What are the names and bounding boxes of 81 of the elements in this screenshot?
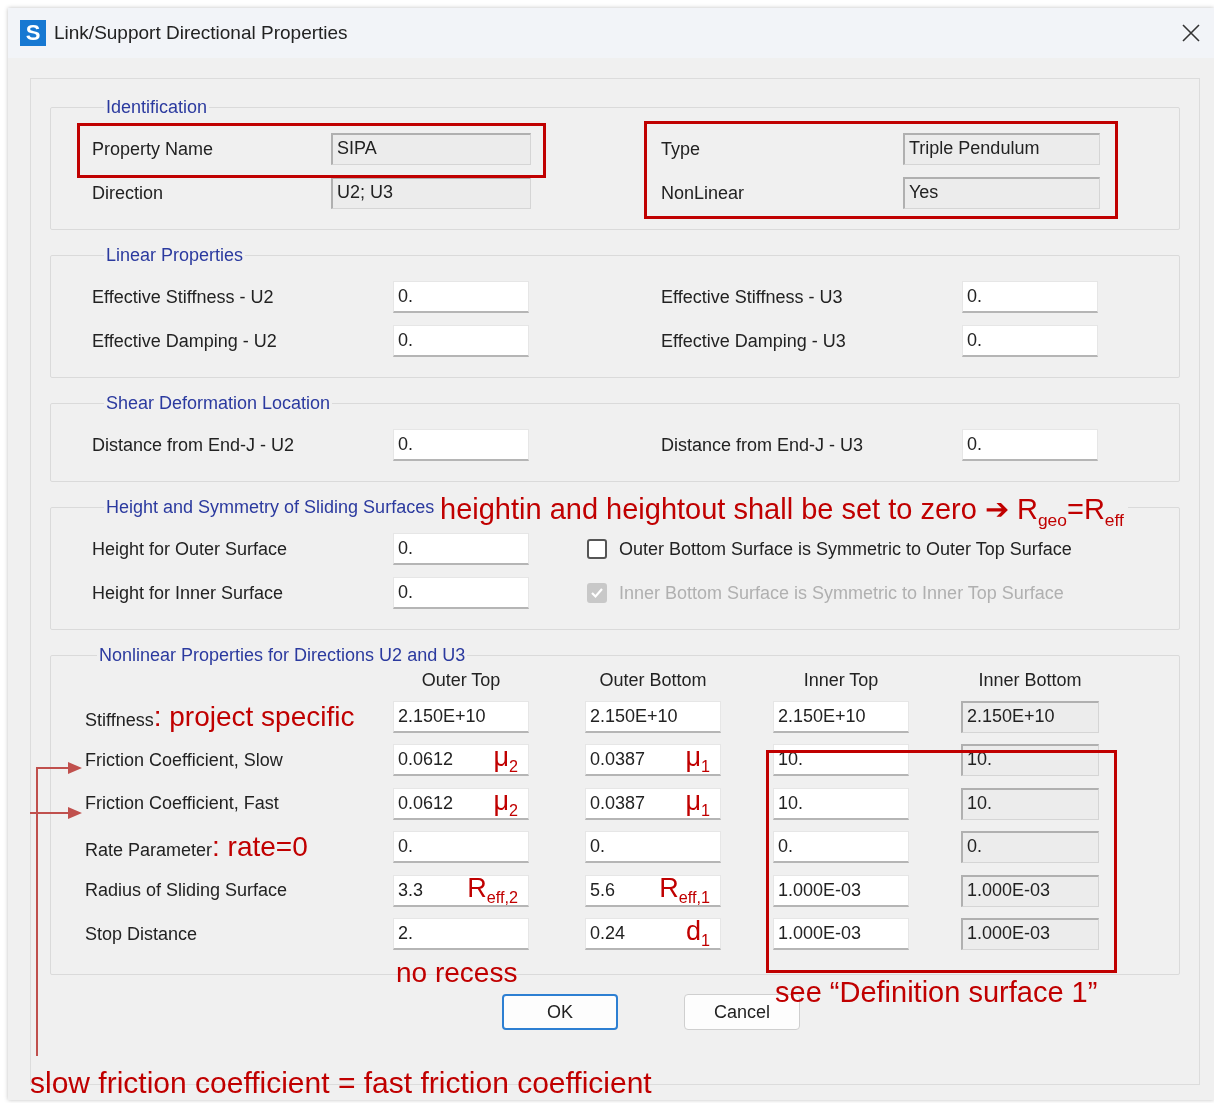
- field-label: Height for Inner Surface: [92, 582, 284, 604]
- annotation-label: μ$_{1}$: [685, 744, 710, 776]
- window-title: Link/Support Directional Properties: [54, 22, 348, 44]
- dialog-button[interactable]: OK: [502, 994, 618, 1030]
- checkbox-label: Outer Bottom Surface is Symmetric to Outer Top Surface: [619, 538, 1072, 560]
- annotation-label: heightin and heightout shall be set to zero ➔ R$_{geo}$=R$_{eff}$: [436, 494, 1128, 530]
- input-field[interactable]: SIPA: [331, 133, 531, 165]
- input-field[interactable]: 0.: [393, 577, 529, 609]
- column-header: Inner Bottom: [977, 669, 1083, 691]
- input-field[interactable]: 2.150E+10: [961, 700, 1099, 733]
- annotation-label: R$_{eff,1}$: [659, 874, 710, 906]
- annotation-label: : rate=0: [212, 831, 308, 864]
- input-field[interactable]: 2.150E+10: [773, 700, 909, 733]
- field-label: Distance from End-J - U2: [92, 434, 295, 456]
- input-field[interactable]: 1.000E-03: [961, 918, 1099, 951]
- input-field[interactable]: 2.150E+10: [585, 700, 721, 733]
- input-field[interactable]: 0.0387 μ$_{1}$: [585, 787, 721, 820]
- annotation-label: d$_{1}$: [685, 918, 710, 950]
- field-label: Distance from End-J - U3: [661, 434, 864, 456]
- input-field[interactable]: 1.000E-03: [961, 874, 1099, 907]
- row-label: Friction Coefficient, Fast: [85, 793, 279, 815]
- input-field[interactable]: 0.: [393, 533, 529, 565]
- input-field[interactable]: 1.000E-03: [773, 874, 909, 907]
- checkbox[interactable]: [587, 539, 607, 559]
- input-field[interactable]: 1.000E-03: [773, 918, 909, 951]
- input-field[interactable]: 0.0612 μ$_{2}$: [393, 787, 529, 820]
- input-field[interactable]: 0.: [962, 281, 1098, 313]
- input-field[interactable]: 0.: [962, 325, 1098, 357]
- annotation-label: : project specific: [153, 700, 355, 733]
- field-label: Direction: [92, 182, 164, 204]
- row-label: Rate Parameter: [85, 840, 213, 862]
- annotation-label: R$_{eff,2}$: [467, 874, 518, 906]
- row-label: Radius of Sliding Surface: [85, 880, 288, 902]
- input-field[interactable]: 0.: [393, 429, 529, 461]
- input-field[interactable]: 0.: [773, 831, 909, 864]
- close-icon[interactable]: [1182, 24, 1200, 42]
- input-field[interactable]: 10.: [773, 787, 909, 820]
- field-label: NonLinear: [661, 182, 745, 204]
- app-logo-icon: S: [20, 20, 46, 46]
- input-field[interactable]: 0.: [393, 831, 529, 864]
- group-title: Identification: [105, 97, 209, 117]
- annotation-label: slow friction coefficient = fast friction coefficient: [30, 1066, 652, 1099]
- input-field[interactable]: Yes: [903, 177, 1100, 209]
- input-field[interactable]: 0.24 d$_{1}$: [585, 918, 721, 951]
- annotation-label: μ$_{2}$: [493, 787, 518, 819]
- input-field[interactable]: Triple Pendulum: [903, 133, 1100, 165]
- annotation-label: no recess: [396, 958, 518, 989]
- group-title: Nonlinear Properties for Directions U2 and U3: [98, 645, 467, 665]
- field-label: Property Name: [92, 138, 214, 160]
- annotation-label: μ$_{1}$: [685, 787, 710, 819]
- input-field[interactable]: 0.: [393, 281, 529, 313]
- input-field[interactable]: 2.: [393, 918, 529, 951]
- column-header: Inner Top: [802, 669, 880, 691]
- input-field[interactable]: 5.6 R$_{eff,1}$: [585, 874, 721, 907]
- input-field[interactable]: 2.150E+10: [393, 700, 529, 733]
- column-header: Outer Bottom: [598, 669, 708, 691]
- group-title: Height and Symmetry of Sliding Surfaces: [105, 497, 436, 517]
- group-title: Linear Properties: [105, 245, 245, 265]
- field-label: Effective Stiffness - U3: [661, 286, 843, 308]
- row-label: Stiffness: [85, 709, 154, 731]
- input-field[interactable]: U2; U3: [331, 177, 531, 209]
- checkbox-label: Inner Bottom Surface is Symmetric to Inner Top Surface: [619, 582, 1064, 604]
- input-field[interactable]: 0.: [393, 325, 529, 357]
- field-label: Type: [661, 138, 701, 160]
- input-field[interactable]: 0.0612 μ$_{2}$: [393, 744, 529, 777]
- check-icon: [590, 586, 604, 600]
- row-label: Stop Distance: [85, 923, 198, 945]
- field-label: Effective Damping - U2: [92, 330, 277, 352]
- input-field[interactable]: 0.: [585, 831, 721, 864]
- group-title: Shear Deformation Location: [105, 393, 332, 413]
- input-field[interactable]: 0.: [962, 429, 1098, 461]
- row-label: Friction Coefficient, Slow: [85, 749, 283, 771]
- field-label: Effective Stiffness - U2: [92, 286, 274, 308]
- column-header: Outer Top: [420, 669, 502, 691]
- annotation-label: μ$_{2}$: [493, 744, 518, 776]
- field-label: Height for Outer Surface: [92, 538, 288, 560]
- input-field[interactable]: 0.0387 μ$_{1}$: [585, 744, 721, 777]
- input-field[interactable]: 0.: [961, 831, 1099, 864]
- input-field[interactable]: 3.3 R$_{eff,2}$: [393, 874, 529, 907]
- input-field[interactable]: 10.: [961, 787, 1099, 820]
- field-label: Effective Damping - U3: [661, 330, 846, 352]
